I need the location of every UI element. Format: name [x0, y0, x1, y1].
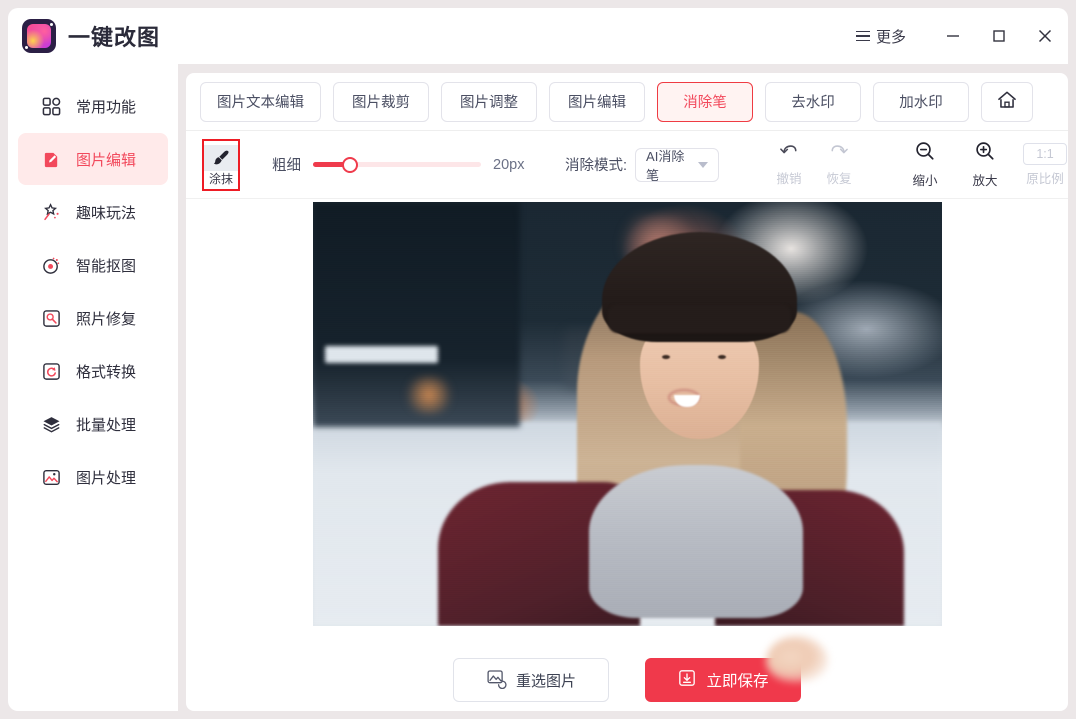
maximize-button[interactable]	[976, 8, 1022, 64]
action-bar: 重选图片 立即保存	[186, 649, 1068, 711]
sidebar-item-label: 趣味玩法	[76, 204, 137, 222]
tab-label: 图片文本编辑	[217, 95, 304, 111]
erase-mode-select[interactable]: AI消除笔	[635, 147, 720, 183]
sidebar: 常用功能 图片编辑 趣味玩法 智能抠图 照片修复 格式转换 批量处理 图片处理	[8, 64, 178, 711]
chevron-down-icon	[698, 161, 709, 168]
undo-label: 撤销	[776, 172, 802, 186]
tab-image-crop[interactable]: 图片裁剪	[333, 81, 429, 122]
sidebar-item-label: 批量处理	[76, 416, 137, 434]
grid-icon	[40, 95, 62, 117]
thickness-control: 粗细 20px	[272, 154, 533, 175]
original-ratio-button[interactable]: 1:1 原比例	[1023, 142, 1068, 187]
thickness-value: 20px	[493, 156, 525, 173]
sidebar-item-common-functions[interactable]: 常用功能	[18, 80, 168, 132]
redo-icon	[828, 142, 850, 165]
home-icon	[996, 89, 1018, 115]
erase-toolbar: 涂抹 粗细 20px 消除模式: AI消除笔 撤销 恢复 缩小 放大 1:1 原…	[186, 131, 1068, 199]
thickness-label: 粗细	[272, 158, 301, 174]
erase-mode-value: AI消除笔	[646, 148, 685, 183]
tab-label: 去水印	[791, 95, 835, 111]
minimize-button[interactable]	[930, 8, 976, 64]
zoom-in-button[interactable]: 放大	[965, 140, 1005, 189]
cutout-target-icon	[40, 254, 62, 276]
tab-erase-pen[interactable]: 消除笔	[657, 81, 753, 122]
app-title: 一键改图	[68, 25, 161, 50]
redo-button[interactable]: 恢复	[819, 142, 859, 187]
edited-photo[interactable]	[312, 202, 942, 626]
tab-label: 加水印	[899, 95, 943, 111]
save-now-label: 立即保存	[706, 673, 769, 690]
feature-tabbar: 图片文本编辑 图片裁剪 图片调整 图片编辑 消除笔 去水印 加水印	[186, 73, 1068, 131]
save-now-button[interactable]: 立即保存	[645, 658, 801, 702]
image-swap-icon	[486, 668, 507, 693]
erase-mode-label: 消除模式:	[565, 158, 628, 174]
ratio-label: 原比例	[1026, 171, 1064, 186]
photo-repair-icon	[40, 307, 62, 329]
tab-label: 图片编辑	[568, 95, 626, 111]
zoom-in-icon	[974, 140, 996, 167]
main-panel: 图片文本编辑 图片裁剪 图片调整 图片编辑 消除笔 去水印 加水印 涂抹 粗细 …	[186, 73, 1068, 711]
sidebar-item-smart-cutout[interactable]: 智能抠图	[18, 239, 168, 291]
tab-remove-watermark[interactable]: 去水印	[765, 81, 861, 122]
sidebar-item-fun-play[interactable]: 趣味玩法	[18, 186, 168, 238]
sidebar-item-label: 智能抠图	[76, 257, 137, 275]
sidebar-item-image-edit[interactable]: 图片编辑	[18, 133, 168, 185]
magic-wand-icon	[40, 201, 62, 223]
sidebar-item-label: 格式转换	[76, 363, 137, 381]
reselect-image-label: 重选图片	[515, 672, 576, 690]
sidebar-item-label: 图片处理	[76, 469, 137, 487]
ratio-value: 1:1	[1023, 142, 1068, 165]
tab-add-watermark[interactable]: 加水印	[873, 81, 969, 122]
sidebar-item-photo-repair[interactable]: 照片修复	[18, 292, 168, 344]
undo-icon	[778, 142, 800, 165]
thickness-slider[interactable]	[313, 156, 481, 173]
pencil-edit-icon	[40, 148, 62, 170]
sidebar-item-image-process[interactable]: 图片处理	[18, 451, 168, 503]
sidebar-item-label: 图片编辑	[76, 151, 137, 169]
tab-label: 图片调整	[460, 95, 518, 111]
convert-refresh-icon	[40, 360, 62, 382]
application-window: 一键改图 更多 常用功能 图片编辑 趣味玩法 智能抠图 照片修复 格式转换 批量…	[0, 0, 1076, 719]
tab-label: 消除笔	[683, 95, 727, 111]
zoom-out-button[interactable]: 缩小	[905, 140, 945, 189]
zoom-out-label: 缩小	[912, 174, 938, 188]
image-icon	[40, 466, 62, 488]
zoom-out-icon	[914, 140, 936, 167]
sidebar-item-label: 照片修复	[76, 310, 137, 328]
download-icon	[677, 668, 697, 693]
brush-tool-label: 涂抹	[208, 171, 233, 186]
sidebar-item-label: 常用功能	[76, 98, 137, 116]
window-controls: 更多	[846, 8, 1068, 64]
undo-button[interactable]: 撤销	[769, 142, 809, 187]
brush-icon	[204, 144, 238, 171]
canvas-area[interactable]	[186, 199, 1068, 649]
more-menu-label: 更多	[875, 28, 906, 46]
hamburger-icon	[855, 30, 870, 42]
slider-thumb[interactable]	[341, 156, 358, 173]
layers-icon	[40, 413, 62, 435]
redo-label: 恢复	[826, 172, 852, 186]
tab-image-edit[interactable]: 图片编辑	[549, 81, 645, 122]
tab-image-adjust[interactable]: 图片调整	[441, 81, 537, 122]
title-bar: 一键改图 更多	[8, 8, 1068, 64]
sidebar-item-format-convert[interactable]: 格式转换	[18, 345, 168, 397]
tab-image-text-edit[interactable]: 图片文本编辑	[200, 81, 321, 122]
sidebar-item-batch-process[interactable]: 批量处理	[18, 398, 168, 450]
zoom-in-label: 放大	[972, 174, 998, 188]
tab-label: 图片裁剪	[352, 95, 410, 111]
more-menu-button[interactable]: 更多	[846, 20, 916, 53]
close-button[interactable]	[1022, 8, 1068, 64]
brush-tool-button[interactable]: 涂抹	[202, 138, 240, 191]
reselect-image-button[interactable]: 重选图片	[453, 658, 609, 702]
app-logo-icon	[22, 19, 56, 53]
home-button[interactable]	[981, 81, 1033, 122]
